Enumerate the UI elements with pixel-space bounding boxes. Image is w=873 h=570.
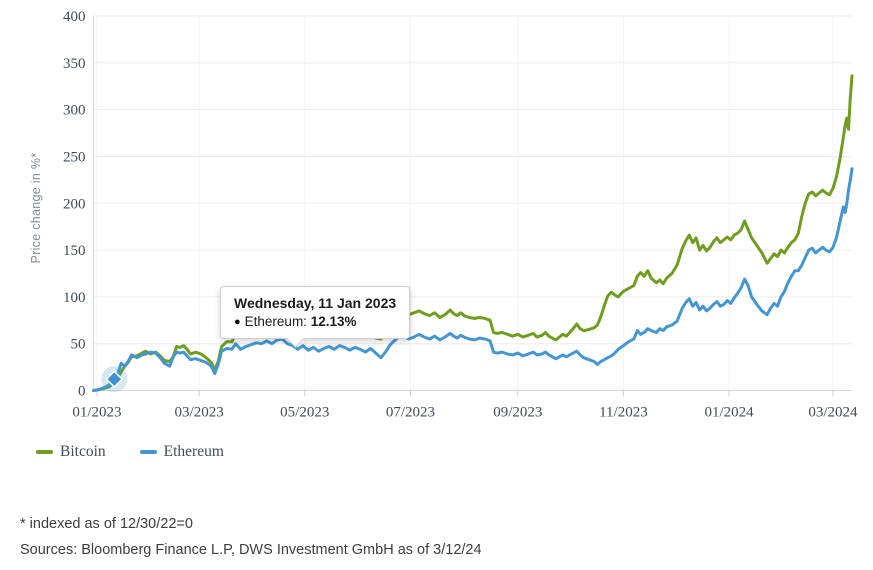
y-tick-label: 200 [63, 196, 86, 212]
legend-label-bitcoin: Bitcoin [60, 443, 106, 461]
x-tick-label: 07/2023 [386, 405, 435, 421]
x-tick-label: 09/2023 [493, 405, 542, 421]
x-tick-label: 03/2023 [175, 405, 224, 421]
tooltip-series-label: Ethereum: [245, 314, 307, 329]
ethereum-dash-icon [140, 450, 157, 454]
y-tick-label: 50 [71, 337, 86, 353]
tooltip-value: 12.13% [311, 314, 357, 329]
price-change-chart[interactable]: 0 50 100 150 200 250 300 350 400 01/2023 03/2023 05… [0, 0, 873, 470]
chart-tooltip: Wednesday, 11 Jan 2023 ● Ethereum: 12.13% [220, 286, 410, 339]
x-tick-label: 05/2023 [280, 405, 329, 421]
x-tick-label: 01/2024 [704, 405, 754, 421]
y-tick-label: 350 [63, 56, 86, 72]
x-tick-label: 03/2024 [808, 405, 858, 421]
tooltip-series-row: ● Ethereum: 12.13% [234, 314, 396, 329]
y-tick-label: 400 [63, 9, 86, 25]
sources-footnote: Sources: Bloomberg Finance L.P, DWS Inve… [20, 542, 482, 558]
y-tick-label: 100 [63, 290, 86, 306]
x-tick-label: 01/2023 [72, 405, 121, 421]
chart-legend: Bitcoin Ethereum [36, 443, 224, 461]
index-footnote: * indexed as of 12/30/22=0 [20, 516, 193, 532]
y-tick-label: 250 [63, 149, 86, 165]
x-tick-label: 11/2023 [599, 405, 648, 421]
y-tick-label: 0 [78, 384, 86, 400]
legend-item-bitcoin[interactable]: Bitcoin [36, 443, 106, 461]
legend-item-ethereum[interactable]: Ethereum [140, 443, 224, 461]
series-bullet-icon: ● [234, 316, 241, 328]
legend-label-ethereum: Ethereum [164, 443, 224, 461]
y-axis-title: Price change in %* [29, 152, 43, 263]
y-tick-label: 150 [63, 243, 86, 259]
tooltip-date: Wednesday, 11 Jan 2023 [234, 295, 396, 311]
bitcoin-dash-icon [36, 450, 53, 454]
chart-canvas[interactable]: 0 50 100 150 200 250 300 350 400 01/2023 03/2023 05… [0, 0, 873, 470]
y-tick-label: 300 [63, 103, 86, 119]
